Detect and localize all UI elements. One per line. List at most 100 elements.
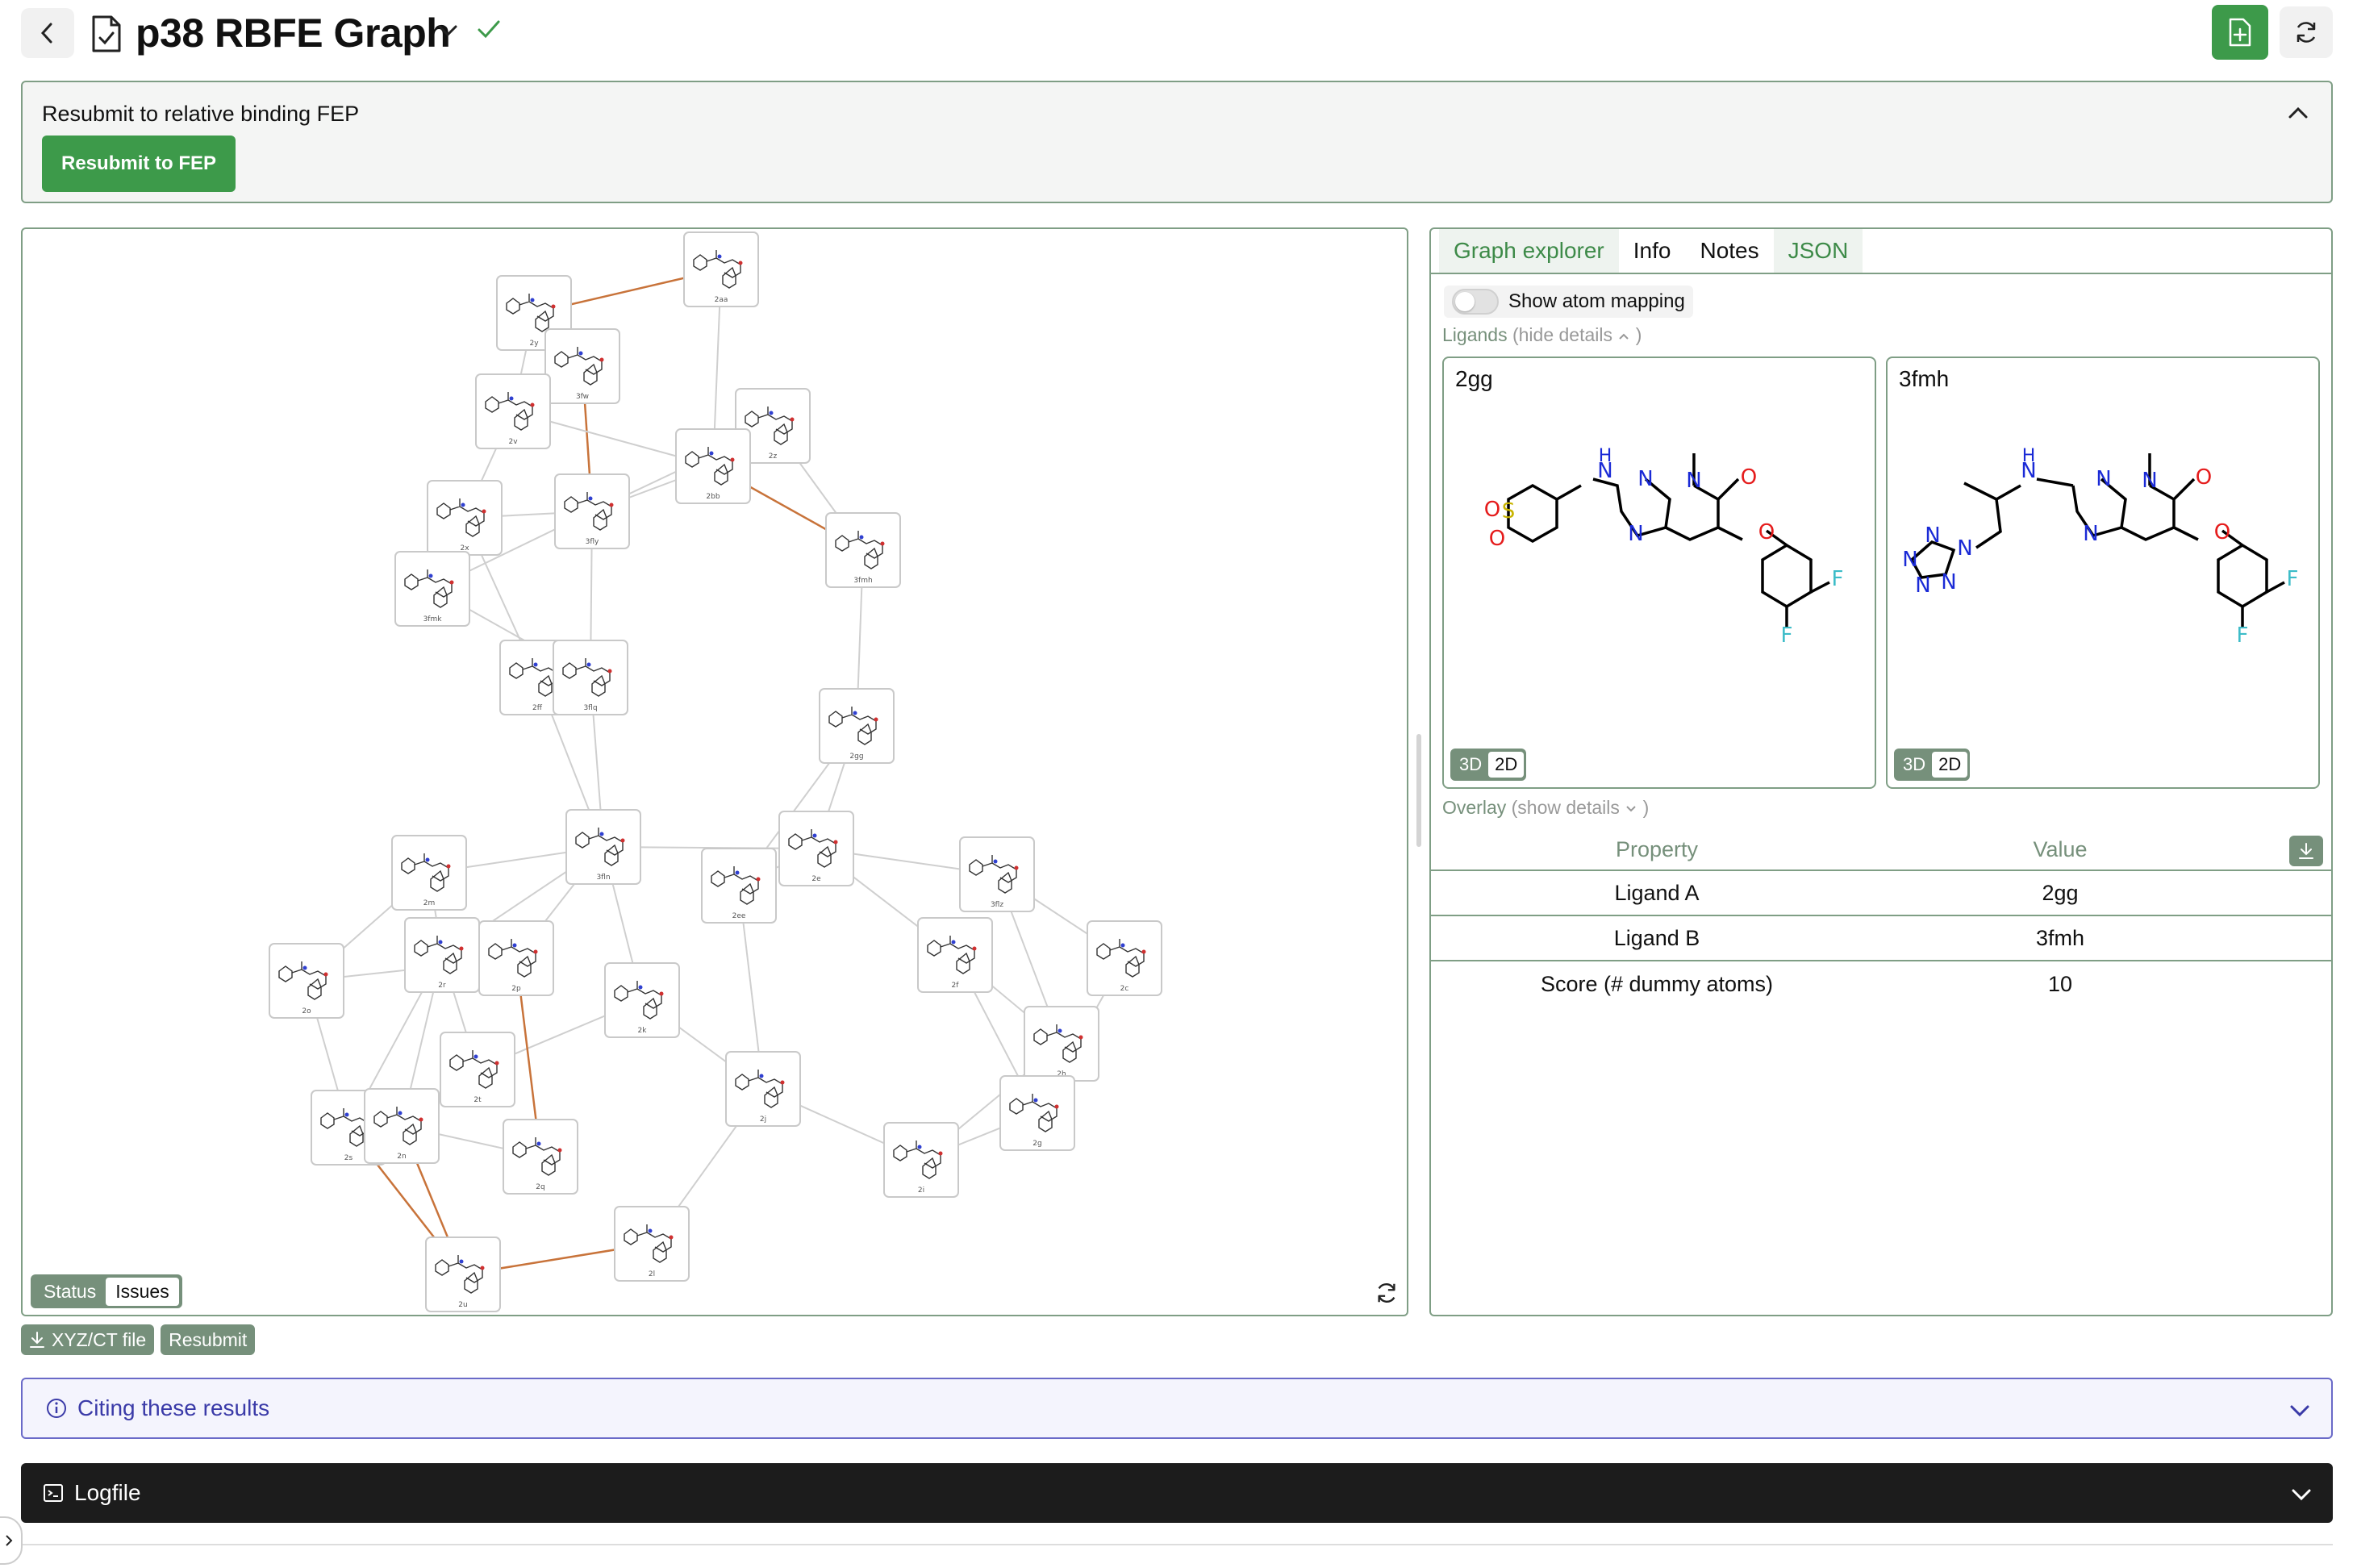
ligand-b-2d[interactable]: 2D — [1932, 752, 1968, 778]
graph-node-3fln[interactable]: 3fln — [565, 809, 641, 885]
graph-node-label: 3fw — [576, 393, 589, 401]
download-table-button[interactable] — [2289, 836, 2323, 866]
graph-node-3fw[interactable]: 3fw — [544, 328, 620, 404]
top-bar: p38 RBFE Graph — [0, 0, 2357, 68]
status-option[interactable]: Status — [34, 1278, 106, 1306]
ligand-b-structure: N H N N N O O N N N N N F F — [1902, 446, 2298, 648]
graph-node-2ee[interactable]: 2ee — [701, 848, 777, 924]
issues-option[interactable]: Issues — [106, 1277, 179, 1306]
graph-node-2c[interactable]: 2c — [1087, 920, 1162, 996]
show-details-link[interactable]: (show details ) — [1512, 797, 1650, 818]
graph-node-label: 2bb — [706, 493, 720, 501]
graph-node-2i[interactable]: 2i — [883, 1122, 959, 1198]
graph-node-2u[interactable]: 2u — [425, 1236, 501, 1312]
chevron-up-icon — [2288, 106, 2308, 119]
graph-node-2f[interactable]: 2f — [917, 917, 993, 993]
atom-mapping-switch[interactable] — [1452, 289, 1499, 315]
svg-text:N: N — [1628, 522, 1643, 546]
sidebar-expand-button[interactable] — [0, 1516, 23, 1565]
graph-node-2aa[interactable]: 2aa — [683, 231, 759, 307]
graph-node-label: 2i — [918, 1186, 924, 1195]
title-menu-button[interactable] — [436, 23, 460, 43]
logfile-panel[interactable]: Logfile — [21, 1463, 2333, 1523]
ligand-b-view-toggle[interactable]: 3D 2D — [1894, 749, 1971, 781]
graph-node-2gg[interactable]: 2gg — [819, 688, 895, 764]
ligand-a-2d[interactable]: 2D — [1488, 752, 1525, 778]
graph-node-2x[interactable]: 2x — [427, 480, 503, 556]
graph-node-2v[interactable]: 2v — [475, 373, 551, 449]
chevron-left-icon — [40, 23, 52, 44]
svg-text:S: S — [1502, 499, 1516, 523]
show-details-end: ) — [1642, 797, 1650, 818]
back-button[interactable] — [21, 8, 74, 58]
tab-notes[interactable]: Notes — [1685, 229, 1773, 273]
citing-panel[interactable]: Citing these results — [21, 1378, 2333, 1439]
resubmit-to-fep-button[interactable]: Resubmit to FEP — [42, 136, 236, 192]
graph-node-2r[interactable]: 2r — [404, 917, 480, 993]
graph-resubmit-label: Resubmit — [169, 1328, 248, 1350]
tab-graph-explorer[interactable]: Graph explorer — [1439, 229, 1619, 273]
graph-node-2bb[interactable]: 2bb — [675, 428, 751, 504]
hide-details-link[interactable]: (hide details ) — [1512, 324, 1642, 345]
ligand-a-card[interactable]: 2gg N H N N N O O O S O F F 3D 2D — [1442, 357, 1876, 789]
svg-text:O: O — [1484, 498, 1500, 522]
graph-node-label: 2n — [397, 1153, 406, 1161]
graph-node-label: 2o — [302, 1007, 311, 1015]
graph-node-2k[interactable]: 2k — [604, 962, 680, 1038]
svg-text:N: N — [1941, 570, 1956, 594]
file-plus-icon — [2229, 18, 2251, 47]
graph-node-2q[interactable]: 2q — [503, 1119, 578, 1195]
graph-node-2m[interactable]: 2m — [391, 835, 467, 911]
graph-node-2t[interactable]: 2t — [440, 1032, 515, 1107]
graph-node-label: 2g — [1032, 1140, 1041, 1148]
atom-mapping-toggle[interactable]: Show atom mapping — [1444, 286, 1693, 318]
graph-node-2p[interactable]: 2p — [478, 920, 554, 996]
graph-node-label: 3flq — [583, 704, 597, 712]
graph-node-label: 2u — [458, 1301, 467, 1309]
overlay-label: Overlay — [1442, 797, 1507, 818]
status-issues-toggle[interactable]: Status Issues — [31, 1274, 182, 1308]
svg-text:N: N — [1915, 573, 1930, 598]
graph-node-3flz[interactable]: 3flz — [959, 836, 1035, 912]
tab-info[interactable]: Info — [1619, 229, 1686, 273]
graph-node-3fmh[interactable]: 3fmh — [825, 512, 901, 588]
tab-json[interactable]: JSON — [1773, 229, 1863, 273]
citing-expand[interactable] — [2288, 1399, 2312, 1424]
graph-reset-button[interactable] — [1375, 1281, 1399, 1309]
svg-text:N: N — [2083, 522, 2098, 546]
graph-node-2n[interactable]: 2n — [364, 1088, 440, 1164]
logfile-expand[interactable] — [2289, 1483, 2313, 1508]
graph-node-2e[interactable]: 2e — [778, 811, 854, 886]
collapse-panel-button[interactable] — [2286, 105, 2310, 125]
graph-node-2h[interactable]: 2h — [1024, 1006, 1099, 1082]
panel-resize-handle[interactable] — [1416, 734, 1421, 847]
svg-text:O: O — [1741, 465, 1757, 490]
chevron-up-icon — [1619, 333, 1629, 340]
graph-node-3fly[interactable]: 3fly — [554, 473, 630, 549]
refresh-button[interactable] — [2280, 6, 2333, 58]
graph-node-label: 2gg — [849, 753, 863, 761]
graph-node-2j[interactable]: 2j — [725, 1051, 801, 1127]
property-cell: Ligand A — [1614, 880, 1700, 905]
graph-node-2l[interactable]: 2l — [614, 1206, 690, 1282]
ligand-b-card[interactable]: 3fmh N H N N N O O N N N N N F F 3D 2D — [1886, 357, 2320, 789]
svg-text:O: O — [1489, 527, 1505, 551]
graph-node-label: 2j — [760, 1116, 766, 1124]
hide-details-end: ) — [1635, 324, 1642, 345]
graph-resubmit-button[interactable]: Resubmit — [161, 1324, 256, 1355]
ligand-a-view-toggle[interactable]: 3D 2D — [1450, 749, 1527, 781]
graph-node-label: 2e — [811, 875, 821, 883]
divider — [21, 1544, 2333, 1545]
graph-panel[interactable]: 2aa 2y 3fw 2v 2z 2bb 3fly 2x 3fmh 3fmk 2ff 3flq 2gg 3… — [21, 227, 1408, 1316]
download-icon — [30, 1332, 44, 1348]
graph-node-3flq[interactable]: 3flq — [553, 640, 628, 715]
download-xyz-button[interactable]: XYZ/CT file — [21, 1324, 155, 1355]
ligand-a-3d[interactable]: 3D — [1453, 752, 1488, 778]
export-button[interactable] — [2212, 5, 2268, 60]
graph-node-label: 2q — [536, 1183, 544, 1191]
ligand-b-3d[interactable]: 3D — [1896, 752, 1932, 778]
ligand-graph[interactable]: 2aa 2y 3fw 2v 2z 2bb 3fly 2x 3fmh 3fmk 2ff 3flq 2gg 3… — [23, 229, 1408, 1316]
graph-node-3fmk[interactable]: 3fmk — [394, 551, 470, 627]
graph-node-2g[interactable]: 2g — [999, 1075, 1075, 1151]
graph-node-2o[interactable]: 2o — [269, 943, 344, 1019]
